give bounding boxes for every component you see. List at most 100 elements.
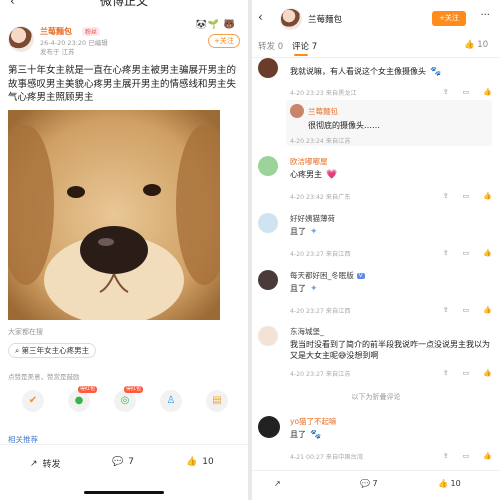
avatar[interactable] xyxy=(258,416,280,438)
thumbs-up-icon[interactable]: 👍 xyxy=(483,369,492,377)
like-button[interactable]: 👍 10 xyxy=(186,457,214,467)
heart-sticker-icon: 💗 xyxy=(326,170,338,180)
follow-button[interactable]: +关注 xyxy=(208,34,240,48)
avatar[interactable] xyxy=(280,8,302,30)
bottom-action-bar: ↗ 💬 7 👍 10 xyxy=(252,470,500,500)
comment-button[interactable]: 💬 7 xyxy=(112,457,134,467)
follow-button[interactable]: +关注 xyxy=(432,11,466,26)
sticker-icon: 🐾 xyxy=(310,430,322,440)
tab-likes[interactable]: 👍 10 xyxy=(464,40,488,50)
sparkle-sticker-icon: ✦ xyxy=(310,227,318,237)
share-icon[interactable]: ⇪ xyxy=(443,249,449,257)
puppy-photo[interactable] xyxy=(8,110,220,320)
comment-actions: ⇪ ▭ 👍 xyxy=(429,306,492,314)
reply-icon[interactable]: ▭ xyxy=(463,452,470,460)
repost-icon[interactable]: ↗ xyxy=(274,479,281,488)
active-tab-indicator xyxy=(294,54,308,56)
thumbs-up-icon: 👍 xyxy=(438,479,451,488)
reply-author[interactable]: 兰莓麵包 xyxy=(308,106,338,117)
comment-tabs: 转发 0 评论 7 👍 10 xyxy=(252,36,500,58)
author-badges: 粉丝 xyxy=(82,27,101,36)
comment-author[interactable]: 欧洁嘟嘟屋 xyxy=(290,156,328,167)
search-chip-label: 第三年女主心疼男主 xyxy=(21,346,90,355)
reply-icon[interactable]: ▭ xyxy=(463,306,470,314)
comment-text: 心疼男主 💗 xyxy=(290,169,337,180)
comment-button[interactable]: 💬 7 xyxy=(360,479,378,488)
folded-comments-divider[interactable]: 以下为折叠评论 xyxy=(252,392,500,402)
comment-body: 我就说嘛，有人看说这个女主像摄像头 xyxy=(290,67,426,76)
post-text: 第三十年女主就是一直在心疼男主被男主骗展开男主的故事感叹男主美貌心疼男主展开男主… xyxy=(8,65,237,103)
reward-hint: 点赞是美意，赞赏是鼓励 xyxy=(8,373,80,381)
like-button[interactable]: 👍 10 xyxy=(438,479,461,488)
reply-meta: 4-20 23:24 来自江苏 xyxy=(290,138,351,145)
search-chip[interactable]: ⌕ 第三年女主心疼男主 xyxy=(8,343,97,358)
comment-author[interactable]: yo猫了不起嘛 xyxy=(290,416,337,427)
likes-count: 10 xyxy=(477,40,489,50)
share-icon[interactable]: ⇪ xyxy=(443,88,449,96)
weibo-share-icon[interactable]: ✔ xyxy=(22,390,44,412)
avatar[interactable] xyxy=(258,326,278,346)
comment-text: 我当时没看到了简介的前半段我说咋一点没说男主我以为又是大女主呢😅没想到啊 xyxy=(290,340,490,360)
comment-actions: ⇪ ▭ 👍 xyxy=(429,88,492,96)
comment-text: 我就说嘛，有人看说这个女主像摄像头 🐾 xyxy=(290,66,441,77)
copy-link-icon[interactable]: ▤ xyxy=(206,390,228,412)
thumbs-up-icon[interactable]: 👍 xyxy=(483,88,492,96)
author-name[interactable]: 兰莓麵包 xyxy=(308,13,342,25)
thumbs-up-icon[interactable]: 👍 xyxy=(483,306,492,314)
comment-body: 且了 xyxy=(290,227,306,236)
comment-actions: ⇪ ▭ 👍 xyxy=(429,249,492,257)
author-row: 兰莓麵包 粉丝 🐼🌱 🐻 26-4-20 23:20 已编辑 发布于 江苏 +关… xyxy=(0,6,248,60)
tab-comments[interactable]: 评论 7 xyxy=(292,40,317,52)
like-count: 10 xyxy=(202,457,214,467)
author-name[interactable]: 兰莓麵包 xyxy=(40,26,72,37)
comments-screen: ‹ 兰莓麵包 +关注 ··· 转发 0 评论 7 👍 10 我就说嘛，有人看说这… xyxy=(252,0,500,500)
post-time: 26-4-20 23:20 xyxy=(40,39,87,47)
avatar[interactable] xyxy=(258,213,278,233)
share-icon[interactable]: ⇪ xyxy=(443,306,449,314)
back-icon[interactable]: ‹ xyxy=(258,10,263,24)
comment-text: 且了 ✦ xyxy=(290,283,318,294)
comment-body: 且了 xyxy=(290,284,306,293)
comment-author[interactable]: 东海城堡_ xyxy=(290,326,324,337)
reply-icon[interactable]: ▭ xyxy=(463,249,470,257)
share-icon[interactable]: ⇪ xyxy=(443,452,449,460)
reply-icon[interactable]: ▭ xyxy=(463,369,470,377)
qq-share-icon[interactable]: ♙ xyxy=(160,390,182,412)
repost-button[interactable]: ↗ 转发 xyxy=(30,457,61,471)
thumbs-up-icon[interactable]: 👍 xyxy=(483,249,492,257)
comment-author[interactable]: 好好姨猫薄荷 xyxy=(290,213,335,224)
comment-actions: ⇪ ▭ 👍 xyxy=(429,452,492,460)
comment-text: 且了 🐾 xyxy=(290,429,321,440)
comment-author[interactable]: 每天都好困_冬眠版 V xyxy=(290,270,365,281)
comment-meta: 4-20 23:23 来自黑龙江 xyxy=(290,90,357,97)
comment-meta: 4-21 00:27 来自中国台湾 xyxy=(290,454,363,461)
repost-icon: ↗ xyxy=(30,458,38,469)
reply-icon[interactable]: ▭ xyxy=(463,192,470,200)
moments-share-icon[interactable]: ◎ 得红包 xyxy=(114,386,144,412)
comment-count: 7 xyxy=(128,457,134,467)
avatar[interactable] xyxy=(258,270,278,290)
thumbs-up-icon[interactable]: 👍 xyxy=(483,192,492,200)
post-detail-screen: ‹ 微博正文 ··· 兰莓麵包 粉丝 🐼🌱 🐻 26-4-20 23:20 已编… xyxy=(0,0,248,500)
red-packet-badge: 得红包 xyxy=(124,386,144,393)
fan-badge: 粉丝 xyxy=(82,27,101,36)
avatar[interactable] xyxy=(258,58,278,78)
post-location: 发布于 江苏 xyxy=(40,48,75,56)
comment-icon: 💬 xyxy=(112,457,124,467)
reply-icon[interactable]: ▭ xyxy=(463,88,470,96)
comment-author-name: 每天都好困_冬眠版 xyxy=(290,271,354,280)
share-icon[interactable]: ⇪ xyxy=(443,192,449,200)
search-hint: 大家都在搜 xyxy=(8,328,43,336)
home-indicator xyxy=(84,491,164,494)
tab-repost[interactable]: 转发 0 xyxy=(258,40,283,52)
avatar[interactable] xyxy=(8,26,34,52)
avatar[interactable] xyxy=(258,156,278,176)
share-icon[interactable]: ⇪ xyxy=(443,369,449,377)
wechat-share-icon[interactable]: ● 得红包 xyxy=(68,386,98,412)
more-icon[interactable]: ··· xyxy=(480,10,490,21)
sparkle-sticker-icon: ✦ xyxy=(310,284,318,294)
sticker-icons: 🐼🌱 🐻 xyxy=(195,20,236,30)
avatar[interactable] xyxy=(290,104,304,118)
like-count: 10 xyxy=(450,479,461,488)
thumbs-up-icon[interactable]: 👍 xyxy=(483,452,492,460)
